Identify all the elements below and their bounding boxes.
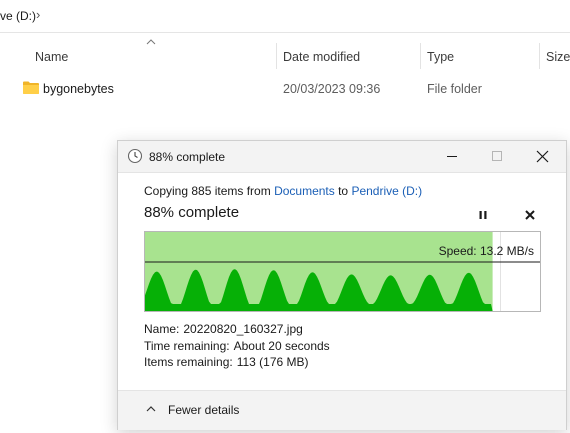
copy-summary: Copying 885 items from Documents to Pend… [144,184,422,198]
column-divider[interactable] [420,43,421,69]
column-header-size[interactable]: Size [546,50,570,64]
speed-label: Speed: 13.2 MB/s [438,244,534,258]
address-bar[interactable]: ve (D:) › [0,0,570,33]
name-label: Name: [144,322,180,336]
column-header-type[interactable]: Type [427,50,454,64]
list-item[interactable]: bygonebytes 20/03/2023 09:36 File folder [0,78,570,100]
file-type: File folder [427,82,482,96]
source-link[interactable]: Documents [274,184,335,198]
name-value: 20220820_160327.jpg [183,322,303,336]
maximize-button[interactable] [475,141,520,172]
dialog-title-bar[interactable]: 88% complete [118,141,566,173]
sort-ascending-icon [146,39,156,45]
folder-icon [23,81,39,94]
column-header-name[interactable]: Name [35,50,68,64]
column-divider[interactable] [539,43,540,69]
column-headers: Name Date modified Type Size [0,33,570,79]
progress-graph: Speed: 13.2 MB/s [144,231,541,312]
progress-status: 88% complete [144,204,240,221]
file-date-modified: 20/03/2023 09:36 [283,82,381,96]
dialog-footer: Fewer details [118,390,566,430]
time-label: Time remaining: [144,339,230,353]
pause-button[interactable] [473,206,493,224]
dialog-title: 88% complete [149,150,226,164]
destination-link[interactable]: Pendrive (D:) [351,184,422,198]
fewer-details-label: Fewer details [168,403,240,417]
chevron-up-icon [146,406,156,412]
time-value: About 20 seconds [233,339,330,353]
chevron-right-icon[interactable]: › [36,7,40,22]
file-name[interactable]: bygonebytes [43,82,114,96]
items-label: Items remaining: [144,355,233,369]
items-remaining-row: Items remaining: 113 (176 MB) [144,355,309,369]
minimize-button[interactable] [430,141,475,172]
dialog-body: Copying 885 items from Documents to Pend… [118,173,566,390]
column-divider[interactable] [276,43,277,69]
copy-to-text: to [334,184,352,198]
clock-icon [127,148,143,164]
time-remaining-row: Time remaining: About 20 seconds [144,339,330,353]
cancel-copy-button[interactable] [520,206,540,224]
copy-prefix: Copying 885 items from [144,184,275,198]
close-button[interactable] [520,141,565,172]
current-file-row: Name: 20220820_160327.jpg [144,322,303,336]
column-header-date-modified[interactable]: Date modified [283,50,360,64]
address-path[interactable]: ve (D:) [0,9,36,23]
copy-progress-dialog: 88% complete Copying 885 items from Docu… [117,140,567,430]
items-value: 113 (176 MB) [236,355,309,369]
